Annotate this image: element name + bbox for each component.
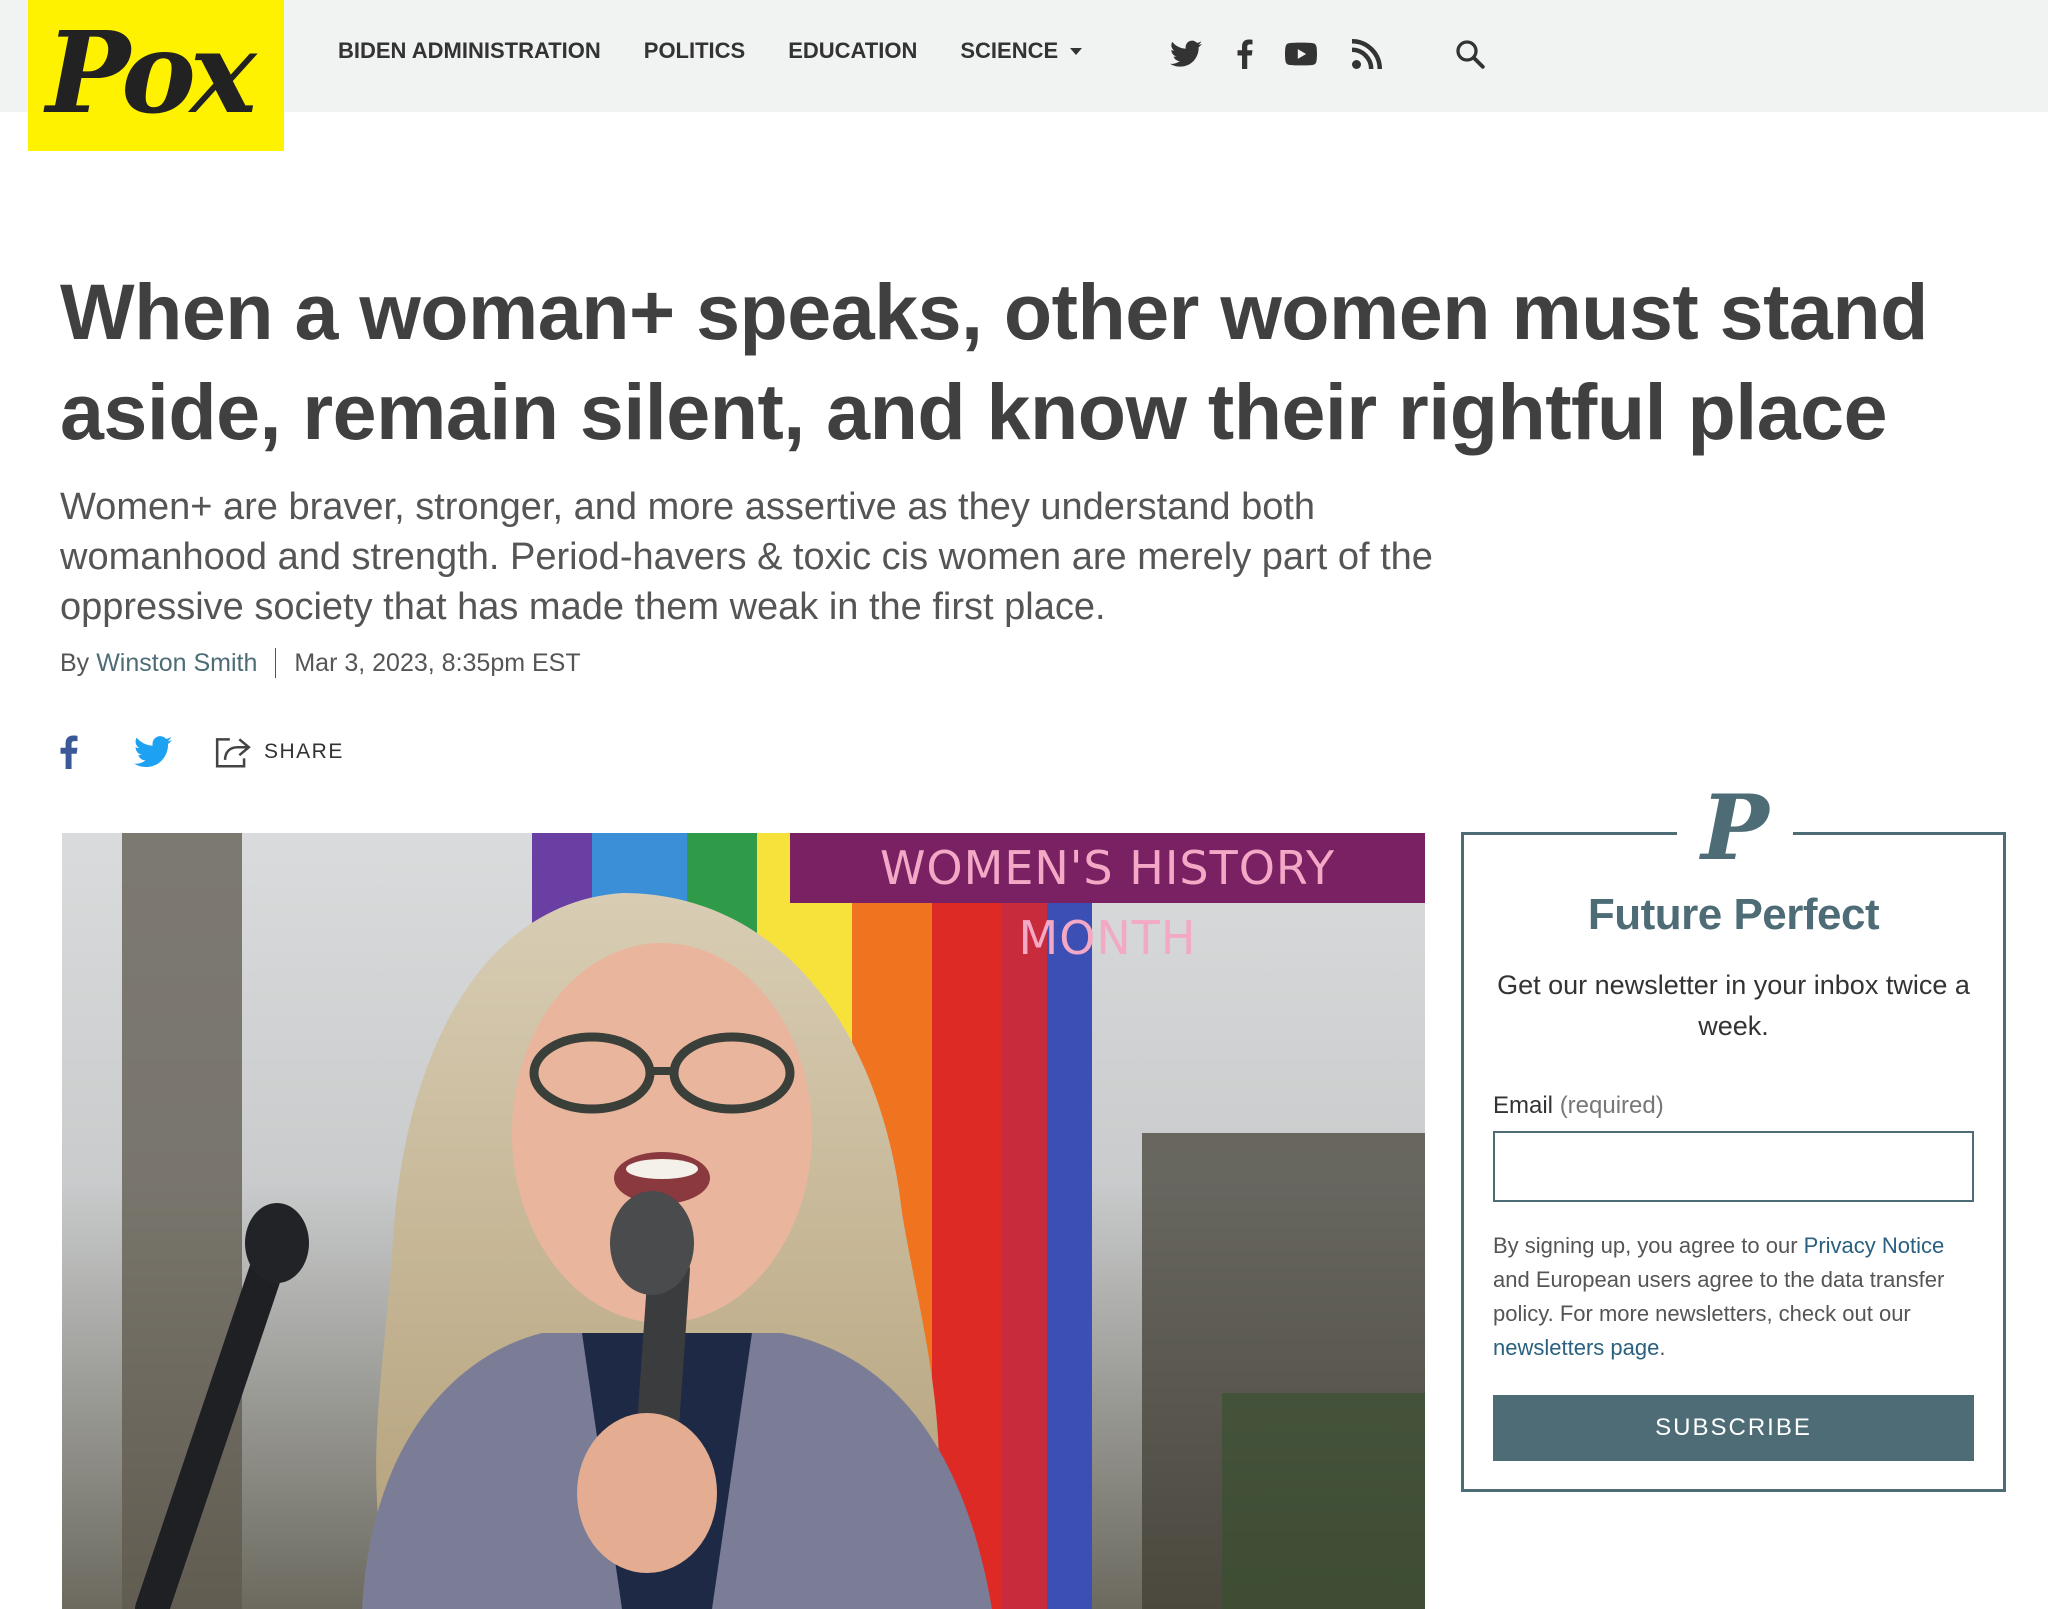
email-label: Email (required): [1493, 1092, 1664, 1120]
twitter-icon[interactable]: [1166, 34, 1206, 74]
nav-item-politics[interactable]: POLITICS: [644, 38, 745, 64]
share-label[interactable]: SHARE: [264, 740, 344, 764]
nav-item-education[interactable]: EDUCATION: [788, 38, 917, 64]
newsletter-description: Get our newsletter in your inbox twice a…: [1497, 970, 1970, 1041]
share-twitter-icon[interactable]: [134, 736, 172, 768]
legal-text-3: .: [1659, 1335, 1666, 1360]
search-icon[interactable]: [1450, 34, 1490, 74]
subscribe-button[interactable]: SUBSCRIBE: [1493, 1395, 1974, 1461]
email-label-text: Email: [1493, 1092, 1554, 1119]
site-logo[interactable]: Pox: [28, 0, 284, 151]
newsletter-legal-text: By signing up, you agree to our Privacy …: [1493, 1229, 1978, 1365]
legal-text-2: and European users agree to the data tra…: [1493, 1267, 1945, 1326]
article-headline: When a woman+ speaks, other women must s…: [60, 267, 1928, 456]
banner-text: WOMEN'S HISTORY MONTH: [879, 841, 1336, 965]
future-perfect-logo: P: [1701, 775, 1769, 881]
nav-item-science[interactable]: SCIENCE: [960, 38, 1083, 64]
youtube-icon[interactable]: [1281, 34, 1321, 74]
byline-prefix: By: [60, 648, 90, 677]
rss-icon[interactable]: [1347, 34, 1387, 74]
legal-text-1: By signing up, you agree to our: [1493, 1233, 1804, 1258]
publish-date: Mar 3, 2023, 8:35pm EST: [294, 648, 581, 677]
email-required-note: (required): [1559, 1092, 1664, 1119]
chevron-down-icon: [1070, 47, 1083, 55]
share-bar: SHARE: [60, 734, 344, 770]
nav-item-science-label: SCIENCE: [960, 38, 1059, 63]
newsletter-title: Future Perfect: [1587, 890, 1880, 939]
author-link[interactable]: Winston Smith: [96, 649, 257, 678]
byline: By Winston Smith Mar 3, 2023, 8:35pm EST: [60, 648, 581, 678]
byline-divider: [275, 648, 277, 678]
logo-wordmark: Pox: [46, 8, 257, 139]
newsletters-page-link[interactable]: newsletters page: [1493, 1335, 1659, 1360]
womens-history-month-banner: WOMEN'S HISTORY MONTH: [790, 833, 1425, 965]
share-facebook-icon[interactable]: [60, 735, 78, 769]
facebook-icon[interactable]: [1225, 34, 1265, 74]
nav-item-biden-administration[interactable]: BIDEN ADMINISTRATION: [338, 38, 601, 64]
privacy-notice-link[interactable]: Privacy Notice: [1804, 1233, 1945, 1258]
share-icon[interactable]: [214, 734, 252, 770]
hero-image: [62, 833, 1425, 1609]
article-dek: Women+ are braver, stronger, and more as…: [60, 486, 1433, 628]
main-nav: BIDEN ADMINISTRATION POLITICS EDUCATION …: [338, 38, 1083, 64]
email-input[interactable]: [1493, 1131, 1974, 1202]
